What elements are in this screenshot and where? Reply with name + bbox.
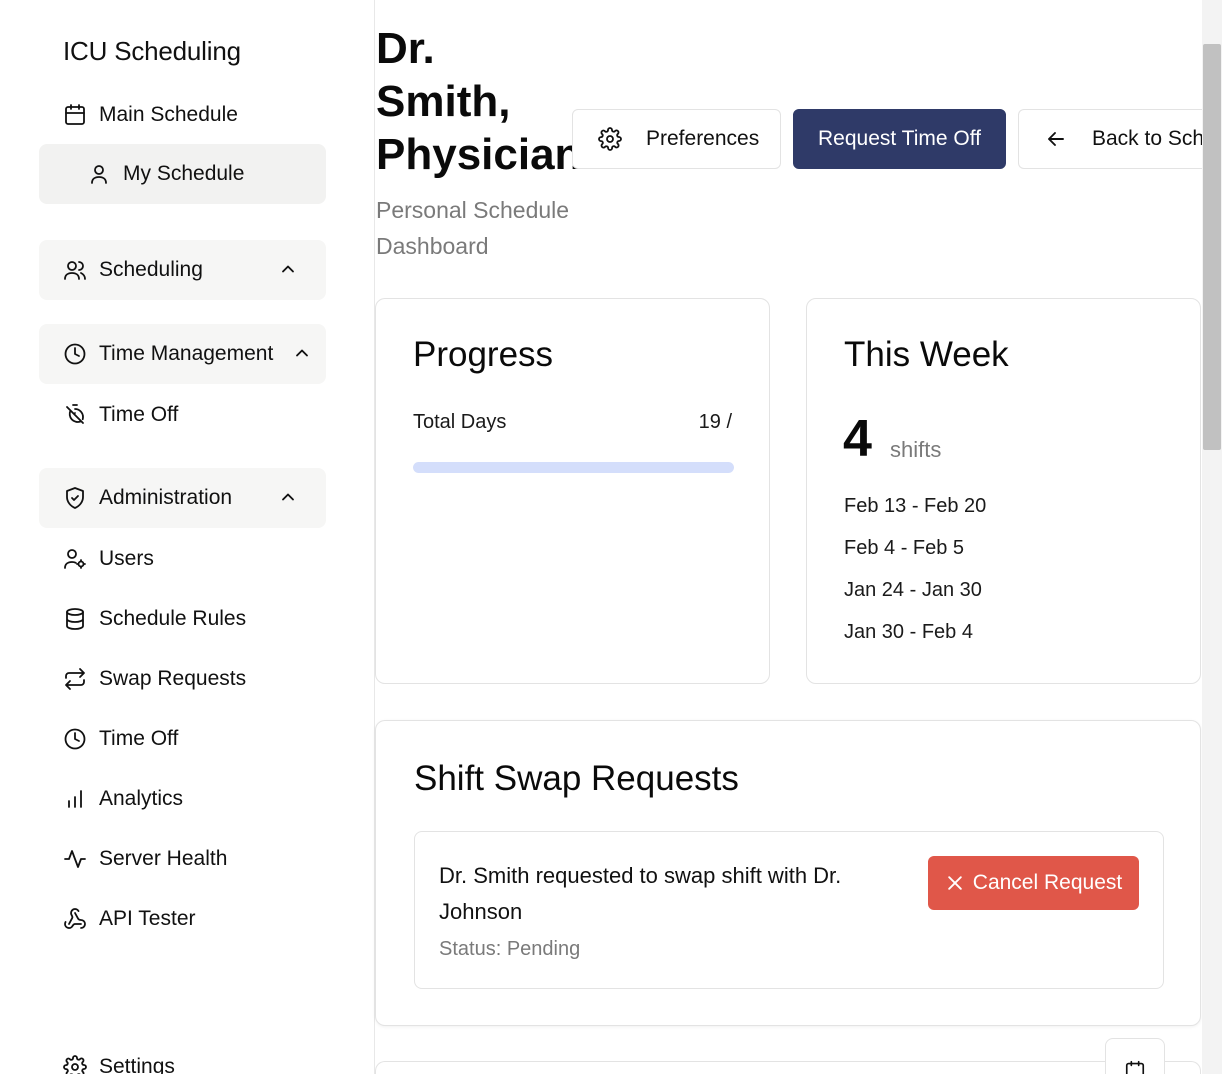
database-icon [63,607,87,631]
sidebar-item-settings[interactable]: Settings [39,1037,326,1074]
this-week-card: This Week 4 shifts Feb 13 - Feb 20 Feb 4… [806,298,1201,684]
clock-icon [63,342,87,366]
sidebar-item-swap-requests[interactable]: Swap Requests [39,649,326,709]
week-range-item: Feb 13 - Feb 20 [844,495,987,517]
shift-swap-title: Shift Swap Requests [414,759,739,798]
sidebar-item-time-off[interactable]: Time Off [39,385,326,445]
sidebar-item-label: Schedule Rules [99,607,247,630]
sidebar-group-administration[interactable]: Administration [39,468,326,528]
sidebar-item-time-off-admin[interactable]: Time Off [39,709,326,769]
icon-button[interactable] [1105,1038,1165,1074]
button-label: Cancel Request [972,871,1123,894]
back-to-schedule-button[interactable]: Back to Sch [1018,109,1202,169]
this-week-card-title: This Week [844,335,1009,374]
sidebar-item-label: Administration [99,486,233,509]
scrollbar-thumb[interactable] [1203,44,1221,450]
total-days-value: 19 / [698,411,732,433]
shift-count-unit: shifts [890,437,942,462]
sidebar-item-label: Time Management [99,342,274,365]
button-label: Preferences [646,127,760,150]
request-time-off-button[interactable]: Request Time Off [793,109,1006,169]
swap-request-status: Status: Pending [439,938,581,960]
sidebar: ICU Scheduling Main Schedule My Schedule… [0,0,375,1074]
sidebar-item-server-health[interactable]: Server Health [39,829,326,889]
shield-check-icon [63,486,87,510]
next-card [375,1061,1201,1074]
sidebar-item-schedule-rules[interactable]: Schedule Rules [39,589,326,649]
sidebar-item-api-tester[interactable]: API Tester [39,889,326,949]
app-root: ICU Scheduling Main Schedule My Schedule… [0,0,1222,1074]
sidebar-item-label: Server Health [99,847,228,870]
gear-icon [63,1055,87,1074]
timer-off-icon [63,403,87,427]
week-range-item: Feb 4 - Feb 5 [844,537,965,559]
week-range-item: Jan 24 - Jan 30 [844,579,982,601]
total-days-label: Total Days [413,411,507,433]
page-title: Dr. Smith, Physician [376,24,582,179]
sidebar-item-users[interactable]: Users [39,529,326,589]
sidebar-item-my-schedule[interactable]: My Schedule [39,144,326,204]
preferences-button[interactable]: Preferences [572,109,781,169]
progress-card: Progress Total Days 19 / [375,298,770,684]
arrow-left-icon [1044,127,1068,151]
swap-request-text: Dr. Smith requested to swap shift with D… [439,863,842,924]
shift-count: 4 [843,410,872,468]
sidebar-item-main-schedule[interactable]: Main Schedule [39,85,326,145]
sidebar-item-label: Time Off [99,403,179,426]
sidebar-item-label: Main Schedule [99,103,238,126]
app-brand: ICU Scheduling [63,36,241,66]
user-icon [87,162,111,186]
progress-bar-fill [413,462,734,473]
sidebar-item-label: API Tester [99,907,196,930]
sidebar-item-label: Analytics [99,787,184,810]
calendar-clock-icon [1124,1059,1146,1074]
sidebar-item-label: Settings [99,1055,175,1074]
sidebar-item-label: Time Off [99,727,179,750]
calendar-icon [63,103,87,127]
webhook-icon [63,907,87,931]
progress-card-title: Progress [413,335,554,374]
chevron-up-icon[interactable] [278,259,298,279]
sidebar-item-label: Users [99,547,154,570]
swap-arrows-icon [63,667,87,691]
total-days-progress-bar [413,462,734,473]
page-subtitle: Personal Schedule Dashboard [376,197,570,259]
sidebar-item-analytics[interactable]: Analytics [39,769,326,829]
sidebar-item-label: Scheduling [99,258,203,281]
week-range-item: Jan 30 - Feb 4 [844,621,973,643]
cancel-request-button[interactable]: Cancel Request [928,856,1139,910]
shift-swap-requests-card: Shift Swap Requests Dr. Smith requested … [375,720,1201,1026]
sidebar-item-label: Swap Requests [99,667,247,690]
chevron-up-icon[interactable] [292,343,312,363]
button-label: Request Time Off [817,127,982,150]
activity-icon [63,847,87,871]
swap-request-item: Dr. Smith requested to swap shift with D… [414,831,1164,989]
clock-icon [63,727,87,751]
sidebar-item-label: My Schedule [123,162,245,185]
sidebar-group-time-management[interactable]: Time Management [39,324,326,384]
close-icon [945,873,965,893]
button-label: Back to Sch [1092,127,1202,150]
bar-chart-icon [63,787,87,811]
user-cog-icon [63,547,87,571]
sidebar-group-scheduling[interactable]: Scheduling [39,240,326,300]
chevron-up-icon[interactable] [278,487,298,507]
gear-icon [598,127,622,151]
users-icon [63,258,87,282]
